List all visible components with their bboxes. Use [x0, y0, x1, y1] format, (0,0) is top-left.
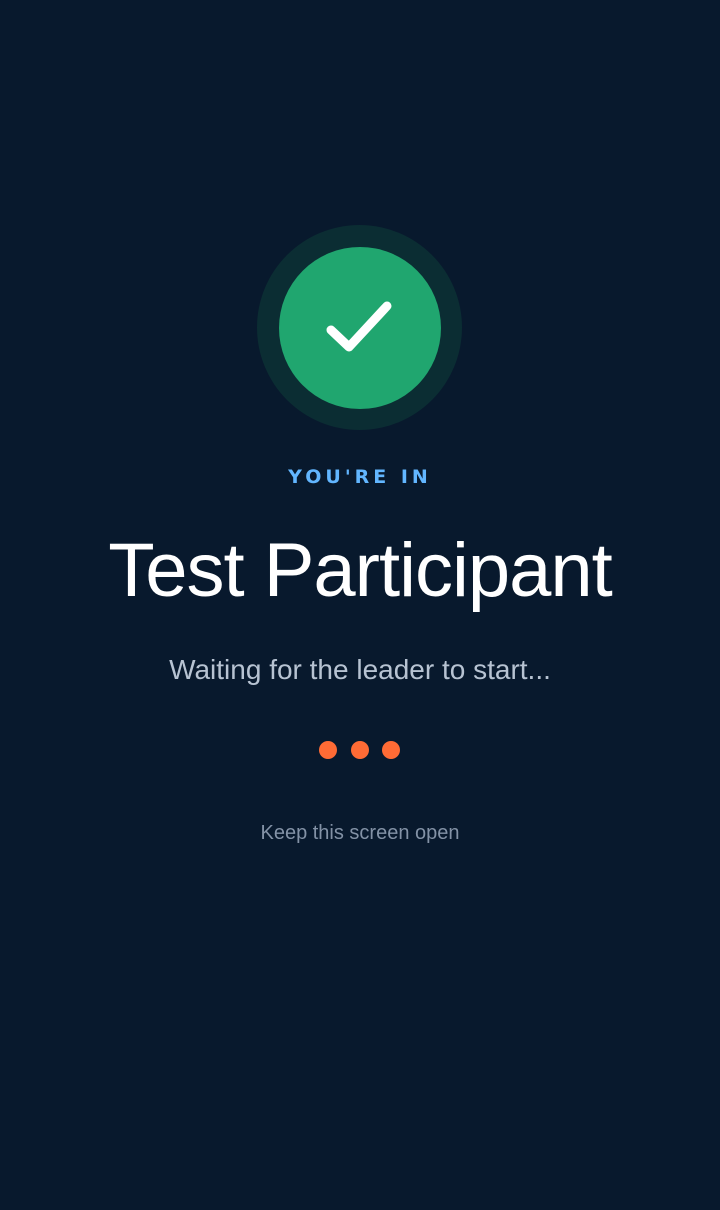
waiting-message: Waiting for the leader to start...	[169, 654, 551, 685]
loading-dots	[319, 741, 401, 759]
checkmark-icon	[326, 301, 392, 352]
keep-screen-open-note: Keep this screen open	[260, 822, 460, 844]
loading-dot	[351, 741, 369, 759]
participant-name: Test Participant	[108, 528, 613, 613]
loading-dot	[382, 741, 400, 759]
waiting-room-screen: YOU'RE IN Test Participant Waiting for t…	[0, 0, 720, 1210]
youre-in-label: YOU'RE IN	[288, 466, 432, 488]
loading-dot	[319, 741, 337, 759]
